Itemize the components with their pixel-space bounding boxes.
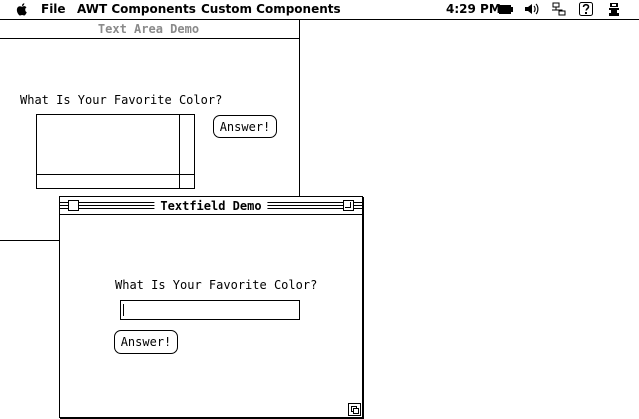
menu-bar: File AWT Components Custom Components 4:… xyxy=(0,0,639,20)
text-area-demo-titlebar[interactable]: Text Area Demo xyxy=(0,20,299,39)
menu-custom-components[interactable]: Custom Components xyxy=(201,2,341,17)
textfield-demo-titlebar[interactable]: Textfield Demo xyxy=(60,197,362,215)
help-icon[interactable] xyxy=(578,1,594,17)
answer-button[interactable]: Answer! xyxy=(114,330,178,354)
favorite-color-prompt: What Is Your Favorite Color? xyxy=(20,93,223,107)
menu-clock[interactable]: 4:29 PM xyxy=(446,2,501,17)
favorite-color-prompt: What Is Your Favorite Color? xyxy=(115,278,318,292)
horizontal-scrollbar[interactable] xyxy=(37,174,194,175)
answer-button[interactable]: Answer! xyxy=(213,115,277,138)
menu-file[interactable]: File xyxy=(41,2,66,17)
zoom-box-icon[interactable] xyxy=(343,200,354,211)
apple-icon[interactable] xyxy=(14,1,30,17)
speaker-icon[interactable] xyxy=(523,1,539,17)
network-icon[interactable] xyxy=(551,1,567,17)
window-title: Textfield Demo xyxy=(154,198,268,214)
text-cursor xyxy=(123,304,124,316)
textfield-demo-window: Textfield Demo What Is Your Favorite Col… xyxy=(59,196,363,418)
vertical-scrollbar[interactable] xyxy=(179,115,180,188)
favorite-color-textfield[interactable] xyxy=(120,300,300,320)
favorite-color-textarea[interactable] xyxy=(36,114,195,189)
menu-awt-components[interactable]: AWT Components xyxy=(77,2,196,17)
resize-grow-icon[interactable] xyxy=(348,403,361,416)
close-box-icon[interactable] xyxy=(68,200,79,211)
application-icon[interactable] xyxy=(606,1,622,17)
window-title: Text Area Demo xyxy=(97,22,200,36)
battery-icon[interactable] xyxy=(498,1,514,17)
